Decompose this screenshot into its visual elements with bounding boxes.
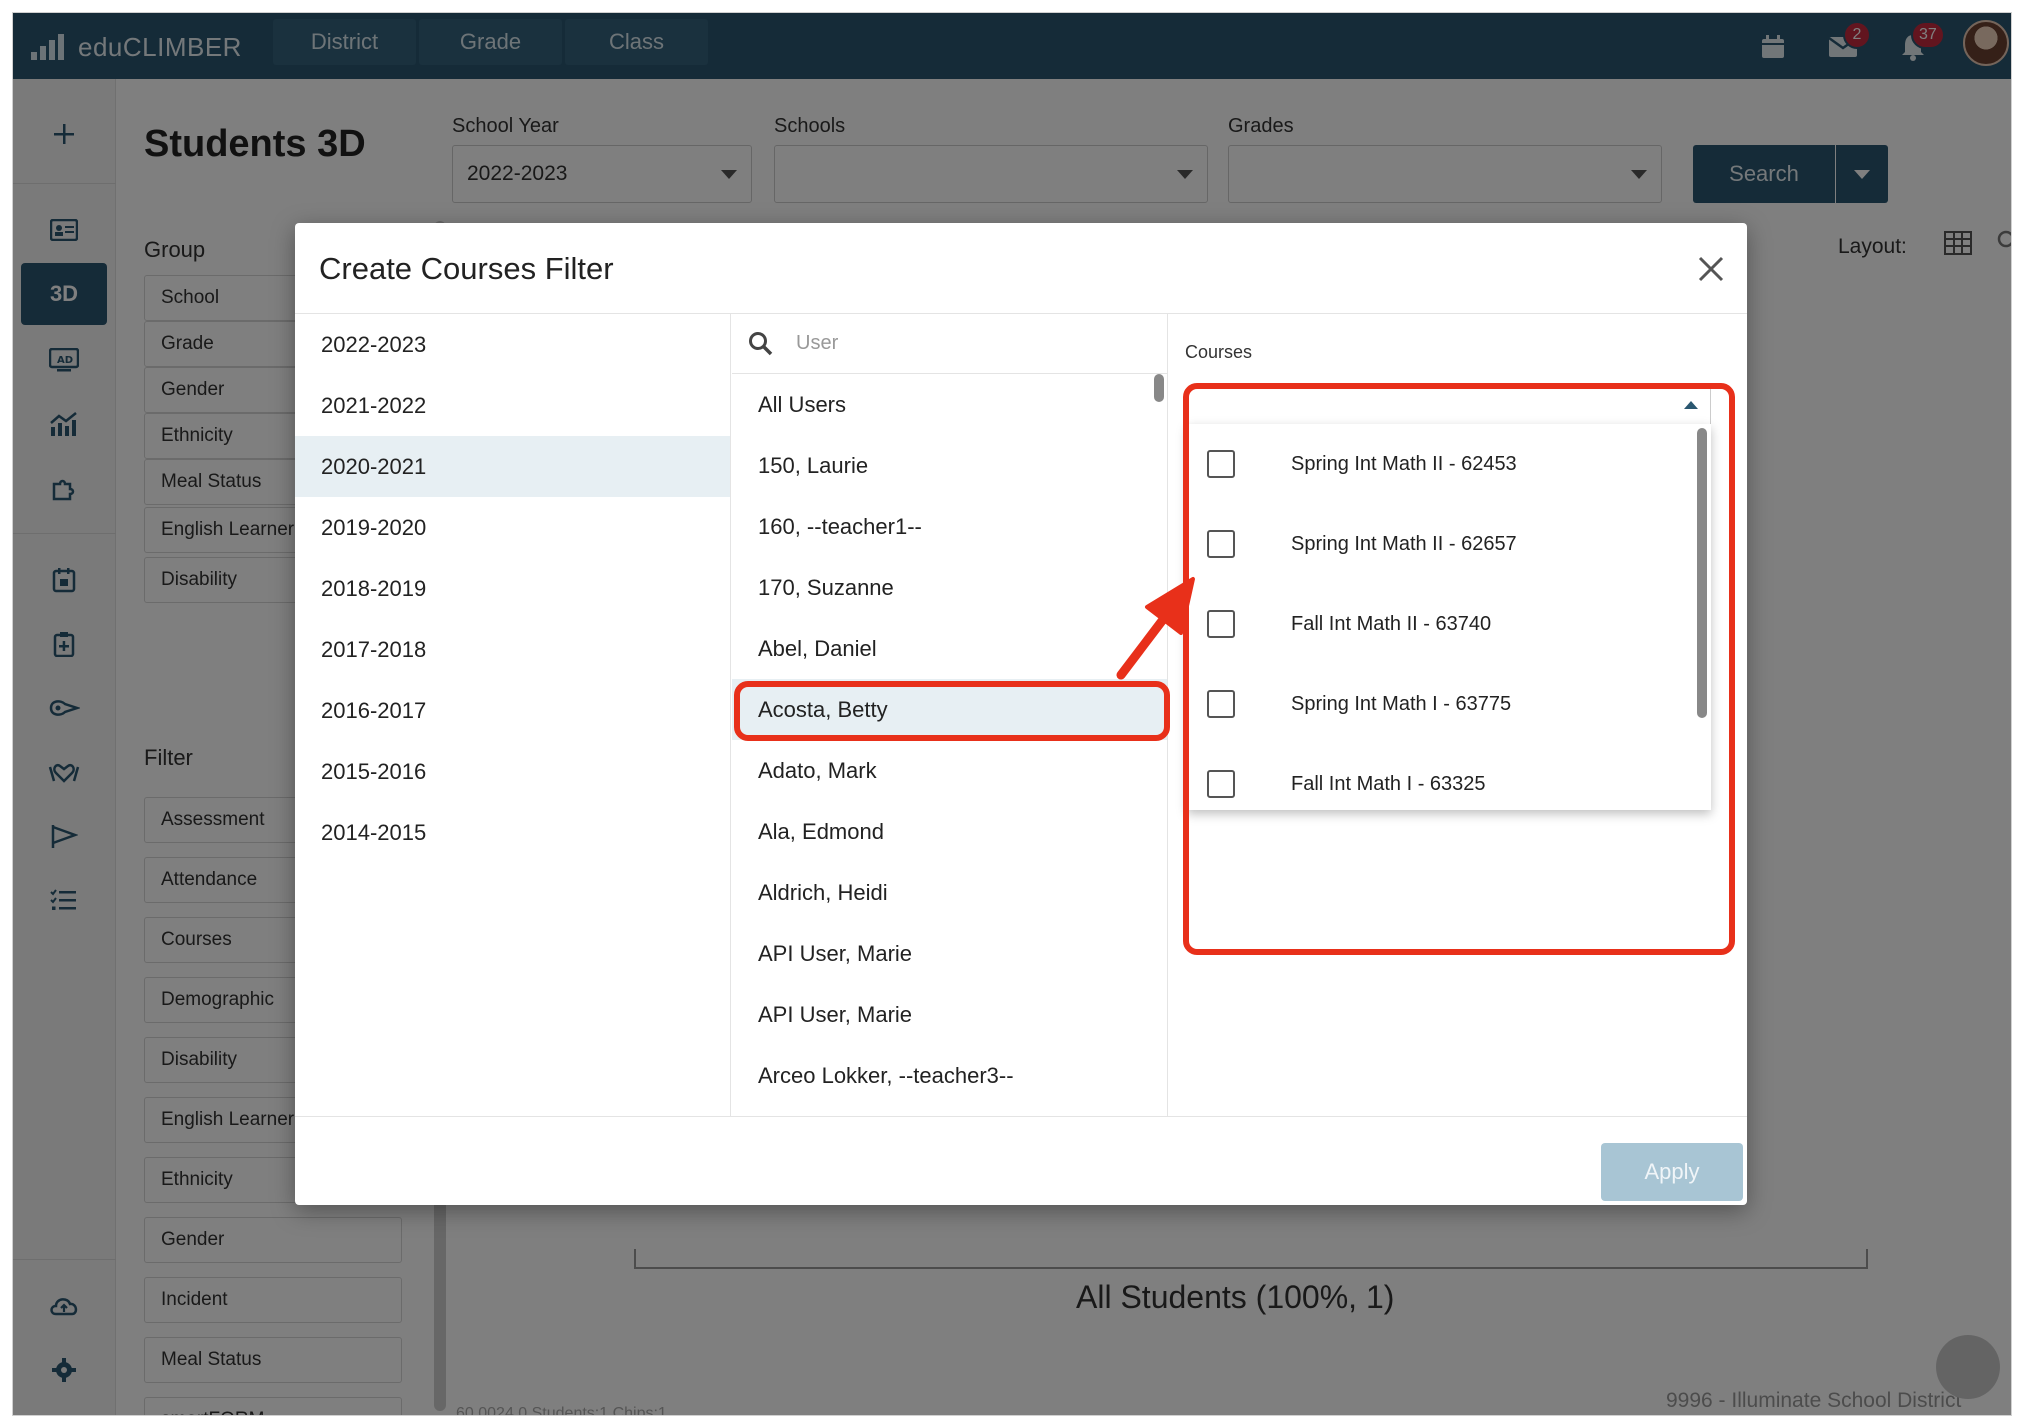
annotation-highlight-user bbox=[734, 681, 1170, 741]
modal-footer-divider bbox=[295, 1116, 1747, 1117]
user-item[interactable]: Aldrich, Heidi bbox=[732, 862, 1167, 923]
year-item[interactable]: 2021-2022 bbox=[295, 375, 730, 436]
app-window: eduCLIMBER District Grade Class 2 37 3D bbox=[12, 12, 2012, 1416]
user-item[interactable]: Abel, Daniel bbox=[732, 618, 1167, 679]
user-item[interactable]: 170, Suzanne bbox=[732, 557, 1167, 618]
courses-label: Courses bbox=[1185, 342, 1253, 362]
year-item[interactable]: 2014-2015 bbox=[295, 802, 730, 863]
modal-title: Create Courses Filter bbox=[319, 251, 614, 286]
year-item[interactable]: 2019-2020 bbox=[295, 497, 730, 558]
annotation-highlight-courses bbox=[1183, 383, 1735, 955]
user-item[interactable]: API User, Marie bbox=[732, 984, 1167, 1045]
year-item[interactable]: 2020-2021 bbox=[295, 436, 730, 497]
user-search-input[interactable]: User bbox=[796, 332, 838, 355]
user-item[interactable]: API User, Marie bbox=[732, 923, 1167, 984]
user-item[interactable]: Arceo Lokker, --teacher3-- bbox=[732, 1045, 1167, 1106]
year-item[interactable]: 2015-2016 bbox=[295, 741, 730, 802]
year-item[interactable]: 2017-2018 bbox=[295, 619, 730, 680]
user-item[interactable]: Ala, Edmond bbox=[732, 801, 1167, 862]
apply-button[interactable]: Apply bbox=[1601, 1143, 1743, 1201]
close-icon[interactable] bbox=[1691, 249, 1731, 289]
year-list: 2022-2023 2021-2022 2020-2021 2019-2020 2018… bbox=[295, 314, 731, 1116]
user-item[interactable]: 160, --teacher1-- bbox=[732, 496, 1167, 557]
search-icon bbox=[749, 331, 773, 355]
year-item[interactable]: 2016-2017 bbox=[295, 680, 730, 741]
user-list-scrollbar[interactable] bbox=[1154, 374, 1164, 402]
user-item[interactable]: Adato, Mark bbox=[732, 740, 1167, 801]
user-item[interactable]: All Users bbox=[732, 374, 1167, 435]
year-item[interactable]: 2022-2023 bbox=[295, 314, 730, 375]
user-item[interactable]: 150, Laurie bbox=[732, 435, 1167, 496]
user-search[interactable]: User bbox=[732, 314, 1167, 374]
year-item[interactable]: 2018-2019 bbox=[295, 558, 730, 619]
